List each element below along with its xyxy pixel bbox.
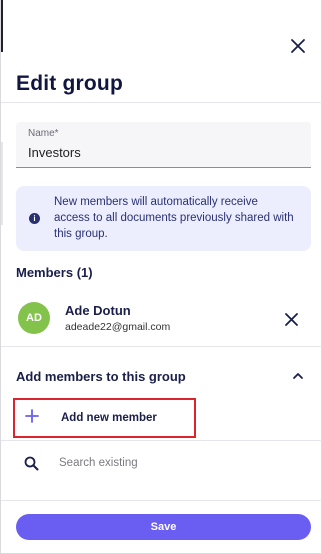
remove-member-button[interactable] — [284, 312, 299, 327]
search-existing-row[interactable] — [1, 442, 322, 486]
info-icon: i — [29, 213, 40, 224]
title-divider — [1, 102, 322, 103]
backdrop-edge-lower — [1, 142, 3, 225]
close-panel-button[interactable] — [289, 37, 307, 55]
footer-divider — [1, 500, 322, 501]
add-new-member-label: Add new member — [61, 412, 157, 424]
group-name-field[interactable]: Name* Investors — [16, 122, 311, 168]
search-existing-input[interactable] — [59, 452, 299, 474]
avatar: AD — [18, 302, 50, 334]
add-new-divider — [1, 440, 322, 441]
close-icon — [285, 313, 298, 326]
search-icon — [24, 456, 39, 471]
collapse-add-members-button[interactable] — [292, 371, 304, 381]
group-name-value[interactable]: Investors — [28, 145, 81, 160]
member-name: Ade Dotun — [65, 303, 131, 318]
add-members-heading: Add members to this group — [16, 369, 186, 384]
save-button[interactable]: Save — [16, 514, 311, 540]
page-title: Edit group — [16, 72, 123, 95]
info-banner: i New members will automatically receive… — [16, 186, 311, 251]
add-new-member-button[interactable]: Add new member — [13, 398, 196, 438]
member-email: adeade22@gmail.com — [65, 321, 171, 333]
close-icon — [291, 39, 305, 53]
members-heading: Members (1) — [16, 265, 93, 280]
members-divider — [1, 346, 322, 347]
info-text: New members will automatically receive a… — [54, 196, 294, 240]
chevron-up-icon — [293, 373, 303, 379]
group-name-label: Name* — [28, 128, 59, 139]
plus-icon — [25, 409, 39, 423]
backdrop-edge — [1, 0, 3, 52]
edit-group-panel: Edit group Name* Investors i New members… — [0, 0, 322, 554]
